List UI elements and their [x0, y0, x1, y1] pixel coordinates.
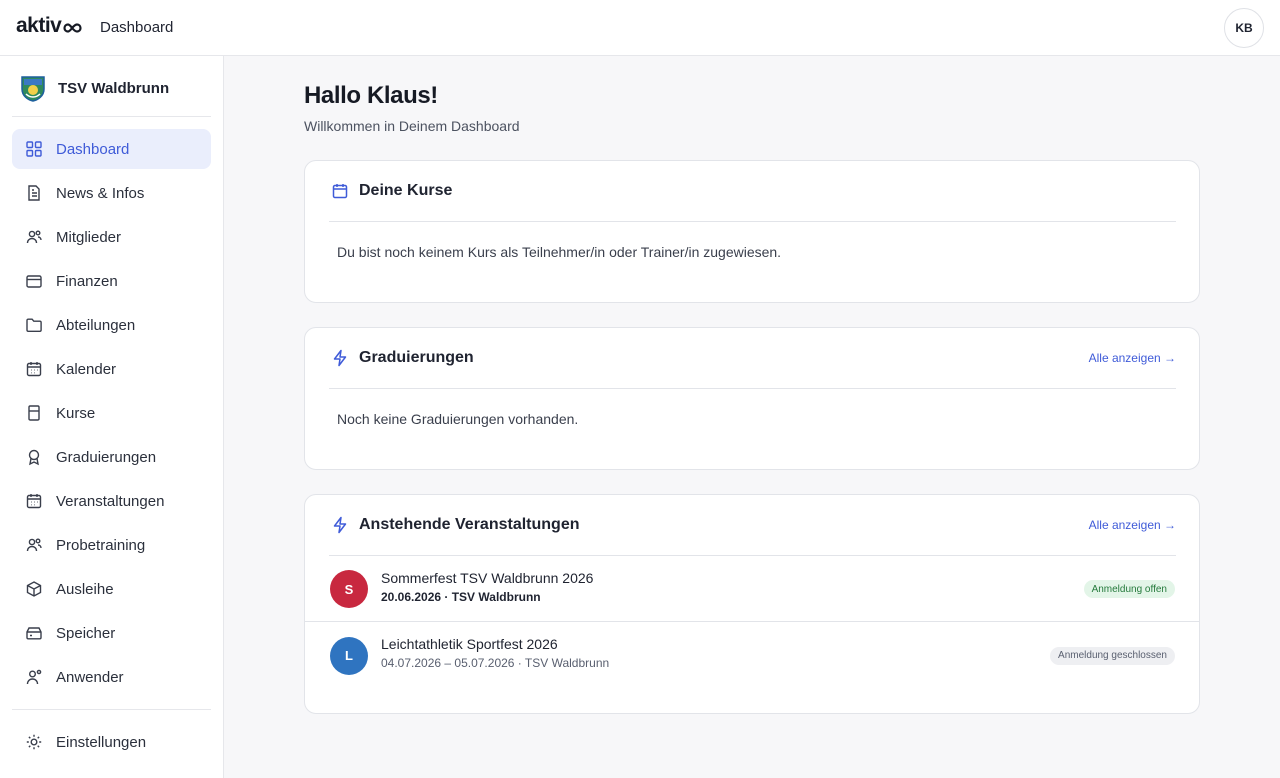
events-card: Anstehende Veranstaltungen Alle anzeigen…	[304, 494, 1200, 714]
sidebar-item-label: Veranstaltungen	[56, 492, 165, 510]
club-crest-icon	[21, 76, 45, 102]
document-icon	[28, 185, 40, 201]
sidebar-item-lending[interactable]: Ausleihe	[12, 569, 211, 609]
sidebar-item-label: Einstellungen	[56, 733, 147, 751]
event-title: Sommerfest TSV Waldbrunn 2026	[381, 570, 594, 586]
courses-card-header: Deine Kurse	[329, 161, 1176, 222]
graduations-empty-message: Noch keine Graduierungen vorhanden.	[337, 411, 579, 427]
app-logo[interactable]: aktiv	[16, 14, 86, 38]
user-avatar-button[interactable]: KB	[1224, 8, 1264, 48]
sidebar-divider	[12, 709, 211, 710]
sidebar-divider	[12, 116, 211, 117]
sidebar-item-label: Graduierungen	[56, 448, 157, 466]
sidebar-item-storage[interactable]: Speicher	[12, 613, 211, 653]
status-badge: Anmeldung offen	[1083, 580, 1175, 598]
sidebar-item-label: Kalender	[56, 360, 117, 378]
course-icon	[28, 405, 40, 421]
sidebar-item-label: News & Infos	[56, 184, 145, 202]
events-show-all-link[interactable]: Alle anzeigen →	[1089, 518, 1176, 532]
sidebar-item-label: Ausleihe	[56, 580, 114, 598]
sun-settings-icon	[26, 734, 42, 750]
infinity-logo-icon	[63, 22, 82, 33]
event-meta: 20.06.2026 · TSV Waldbrunn	[381, 590, 541, 604]
award-icon	[28, 449, 40, 466]
grid-icon	[26, 141, 42, 157]
calendar-icon	[26, 362, 42, 377]
logo-text: aktiv	[16, 14, 62, 37]
page-title: Dashboard	[100, 19, 174, 36]
box-icon	[26, 581, 42, 597]
sidebar-item-label: Finanzen	[56, 272, 118, 290]
sidebar-item-courses[interactable]: Kurse	[12, 393, 211, 433]
folder-icon	[26, 318, 42, 332]
event-meta: 04.07.2026 – 05.07.2026 · TSV Waldbrunn	[381, 656, 610, 670]
graduations-card: Graduierungen Alle anzeigen → Noch keine…	[304, 327, 1200, 470]
events-card-title: Anstehende Veranstaltungen	[359, 516, 580, 533]
greeting-subtitle: Willkommen in Deinem Dashboard	[304, 118, 520, 134]
event-avatar: S	[330, 570, 368, 608]
event-row[interactable]: S Sommerfest TSV Waldbrunn 2026 20.06.20…	[305, 557, 1199, 622]
wallet-icon	[26, 275, 42, 288]
top-bar: aktiv Dashboard KB	[0, 0, 1280, 56]
users-icon	[26, 538, 42, 552]
event-title: Leichtathletik Sportfest 2026	[381, 636, 558, 652]
sidebar-item-label: Mitglieder	[56, 228, 122, 246]
sidebar-item-label: Kurse	[56, 404, 96, 422]
sidebar-item-calendar[interactable]: Kalender	[12, 349, 211, 389]
graduations-card-header: Graduierungen Alle anzeigen →	[329, 328, 1176, 389]
sidebar-item-events[interactable]: Veranstaltungen	[12, 481, 211, 521]
graduations-show-all-link[interactable]: Alle anzeigen →	[1089, 351, 1176, 365]
events-card-header: Anstehende Veranstaltungen Alle anzeigen…	[329, 495, 1176, 556]
calendar-icon	[332, 184, 348, 199]
sidebar-item-settings[interactable]: Einstellungen	[12, 722, 211, 762]
sidebar-item-label: Abteilungen	[56, 316, 136, 334]
sidebar-item-label: Anwender	[56, 668, 124, 686]
sidebar-item-dashboard[interactable]: Dashboard	[12, 129, 211, 169]
sidebar: TSV Waldbrunn Dashboard News & Infos Mit…	[0, 56, 224, 778]
sidebar-item-members[interactable]: Mitglieder	[12, 217, 211, 257]
sidebar-item-news[interactable]: News & Infos	[12, 173, 211, 213]
sidebar-item-departments[interactable]: Abteilungen	[12, 305, 211, 345]
sidebar-item-trial-training[interactable]: Probetraining	[12, 525, 211, 565]
courses-card-title: Deine Kurse	[359, 182, 453, 199]
user-settings-icon	[26, 669, 42, 685]
status-badge: Anmeldung geschlossen	[1050, 646, 1175, 665]
sidebar-item-users[interactable]: Anwender	[12, 657, 211, 697]
main-content: Hallo Klaus! Willkommen in Deinem Dashbo…	[224, 56, 1280, 778]
event-row[interactable]: L Leichtathletik Sportfest 2026 04.07.20…	[305, 623, 1199, 688]
courses-card: Deine Kurse Du bist noch keinem Kurs als…	[304, 160, 1200, 303]
event-avatar: L	[330, 636, 368, 675]
lightning-icon	[333, 516, 347, 534]
club-switcher[interactable]: TSV Waldbrunn	[20, 74, 169, 102]
sidebar-item-label: Probetraining	[56, 536, 146, 554]
lightning-icon	[333, 349, 347, 367]
sidebar-item-label: Dashboard	[56, 140, 130, 158]
calendar-icon	[26, 494, 42, 509]
sidebar-item-label: Speicher	[56, 624, 116, 642]
greeting-heading: Hallo Klaus!	[304, 82, 438, 109]
graduations-card-title: Graduierungen	[359, 349, 474, 366]
courses-empty-message: Du bist noch keinem Kurs als Teilnehmer/…	[337, 244, 782, 260]
club-name: TSV Waldbrunn	[58, 79, 170, 97]
storage-icon	[26, 627, 42, 640]
sidebar-item-finances[interactable]: Finanzen	[12, 261, 211, 301]
users-icon	[26, 230, 42, 244]
sidebar-item-graduations[interactable]: Graduierungen	[12, 437, 211, 477]
